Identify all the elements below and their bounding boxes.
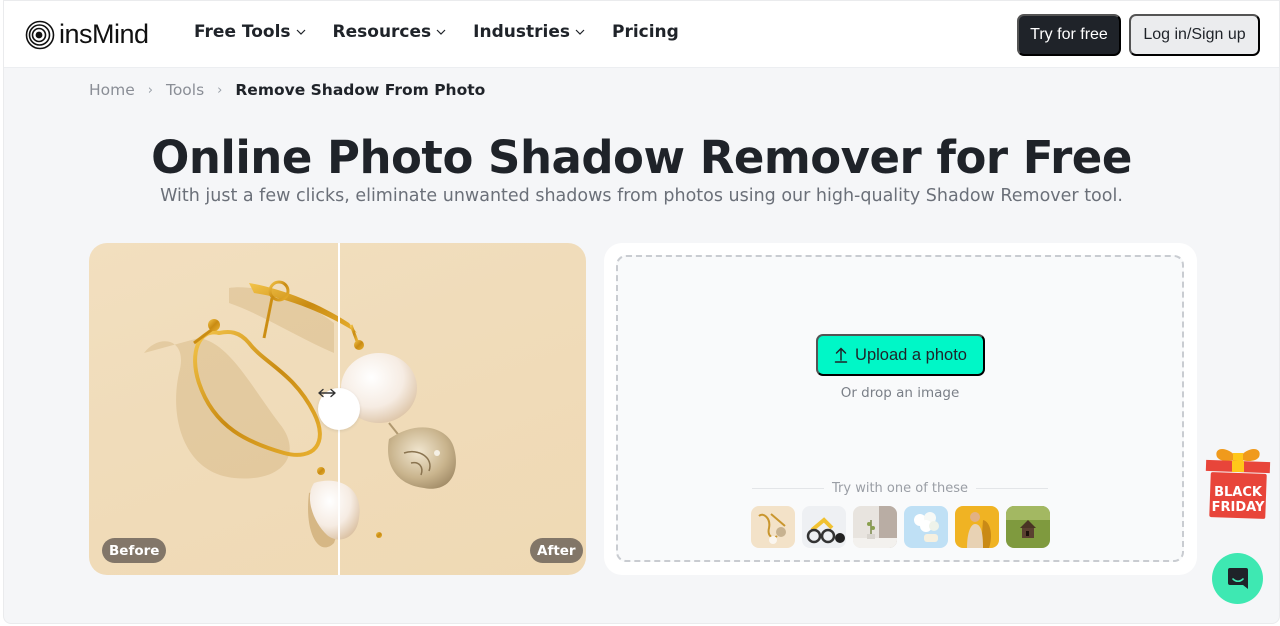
sample-balance-bike[interactable] xyxy=(802,506,846,548)
sample-woman-yellow[interactable] xyxy=(955,506,999,548)
nav-free-tools[interactable]: Free Tools xyxy=(194,22,306,42)
login-signup-button[interactable]: Log in/Sign up xyxy=(1129,14,1260,56)
main-nav: Free Tools Resources Industries Pricing xyxy=(194,22,706,42)
bike-thumbnail xyxy=(802,506,846,548)
nav-label: Pricing xyxy=(611,22,679,42)
sample-plant-corner[interactable] xyxy=(853,506,897,548)
page: insMind Free Tools Resources Industries … xyxy=(3,0,1280,624)
upload-arrow-icon xyxy=(834,347,848,363)
logo[interactable]: insMind xyxy=(25,19,149,50)
sample-birdhouse-grass[interactable] xyxy=(1006,506,1050,548)
earrings-thumbnail xyxy=(751,506,795,548)
breadcrumb-tools[interactable]: Tools xyxy=(166,81,204,99)
sample-white-flowers[interactable] xyxy=(904,506,948,548)
before-label: Before xyxy=(102,538,167,563)
gift-box-icon: BLACK FRIDAY xyxy=(1205,449,1271,519)
slider-handle[interactable] xyxy=(318,388,360,430)
breadcrumb-separator-icon: › xyxy=(147,82,153,98)
sample-images xyxy=(751,506,1050,548)
nav-resources[interactable]: Resources xyxy=(333,22,447,42)
left-right-arrow-icon xyxy=(318,388,336,398)
after-label: After xyxy=(530,538,583,563)
before-after-slider[interactable]: Before After xyxy=(89,243,586,575)
page-title: Online Photo Shadow Remover for Free xyxy=(151,131,1132,184)
samples-label: Try with one of these xyxy=(832,481,969,496)
drop-hint: Or drop an image xyxy=(840,385,960,401)
woman-thumbnail xyxy=(955,506,999,548)
nav-label: Free Tools xyxy=(194,22,291,42)
divider-line xyxy=(752,488,824,489)
black-friday-promo[interactable]: BLACK FRIDAY xyxy=(1203,441,1273,523)
plant-thumbnail xyxy=(853,506,897,548)
nav-industries[interactable]: Industries xyxy=(473,22,585,42)
breadcrumb-home[interactable]: Home xyxy=(89,81,135,99)
samples-header: Try with one of these xyxy=(752,481,1049,496)
upload-photo-button[interactable]: Upload a photo xyxy=(816,334,985,376)
nav-label: Industries xyxy=(473,22,570,42)
brand-name: insMind xyxy=(59,19,149,49)
image-dropzone[interactable]: Upload a photo Or drop an image Try with… xyxy=(616,255,1184,562)
page-subtitle: With just a few clicks, eliminate unwant… xyxy=(160,186,1123,206)
chevron-down-icon xyxy=(296,29,305,35)
sample-earrings[interactable] xyxy=(751,506,795,548)
divider-line xyxy=(976,488,1049,489)
upload-button-label: Upload a photo xyxy=(855,345,967,364)
try-for-free-button[interactable]: Try for free xyxy=(1017,14,1121,56)
nav-pricing[interactable]: Pricing xyxy=(612,22,679,42)
chevron-down-icon xyxy=(436,29,446,35)
concentric-rings-logo-icon xyxy=(25,20,55,49)
navbar: insMind Free Tools Resources Industries … xyxy=(4,1,1279,68)
flowers-thumbnail xyxy=(904,506,948,548)
chat-bubble-icon xyxy=(1227,567,1248,589)
birdhouse-thumbnail xyxy=(1006,506,1050,548)
breadcrumb: Home › Tools › Remove Shadow From Photo xyxy=(89,81,485,99)
upload-card: Upload a photo Or drop an image Try with… xyxy=(604,243,1197,575)
breadcrumb-separator-icon: › xyxy=(217,82,223,98)
promo-line1: BLACK xyxy=(1214,485,1263,500)
nav-label: Resources xyxy=(332,22,432,42)
promo-line2: FRIDAY xyxy=(1212,500,1265,515)
chevron-down-icon xyxy=(575,29,585,35)
breadcrumb-current: Remove Shadow From Photo xyxy=(235,81,486,99)
chat-widget-button[interactable] xyxy=(1212,553,1263,604)
